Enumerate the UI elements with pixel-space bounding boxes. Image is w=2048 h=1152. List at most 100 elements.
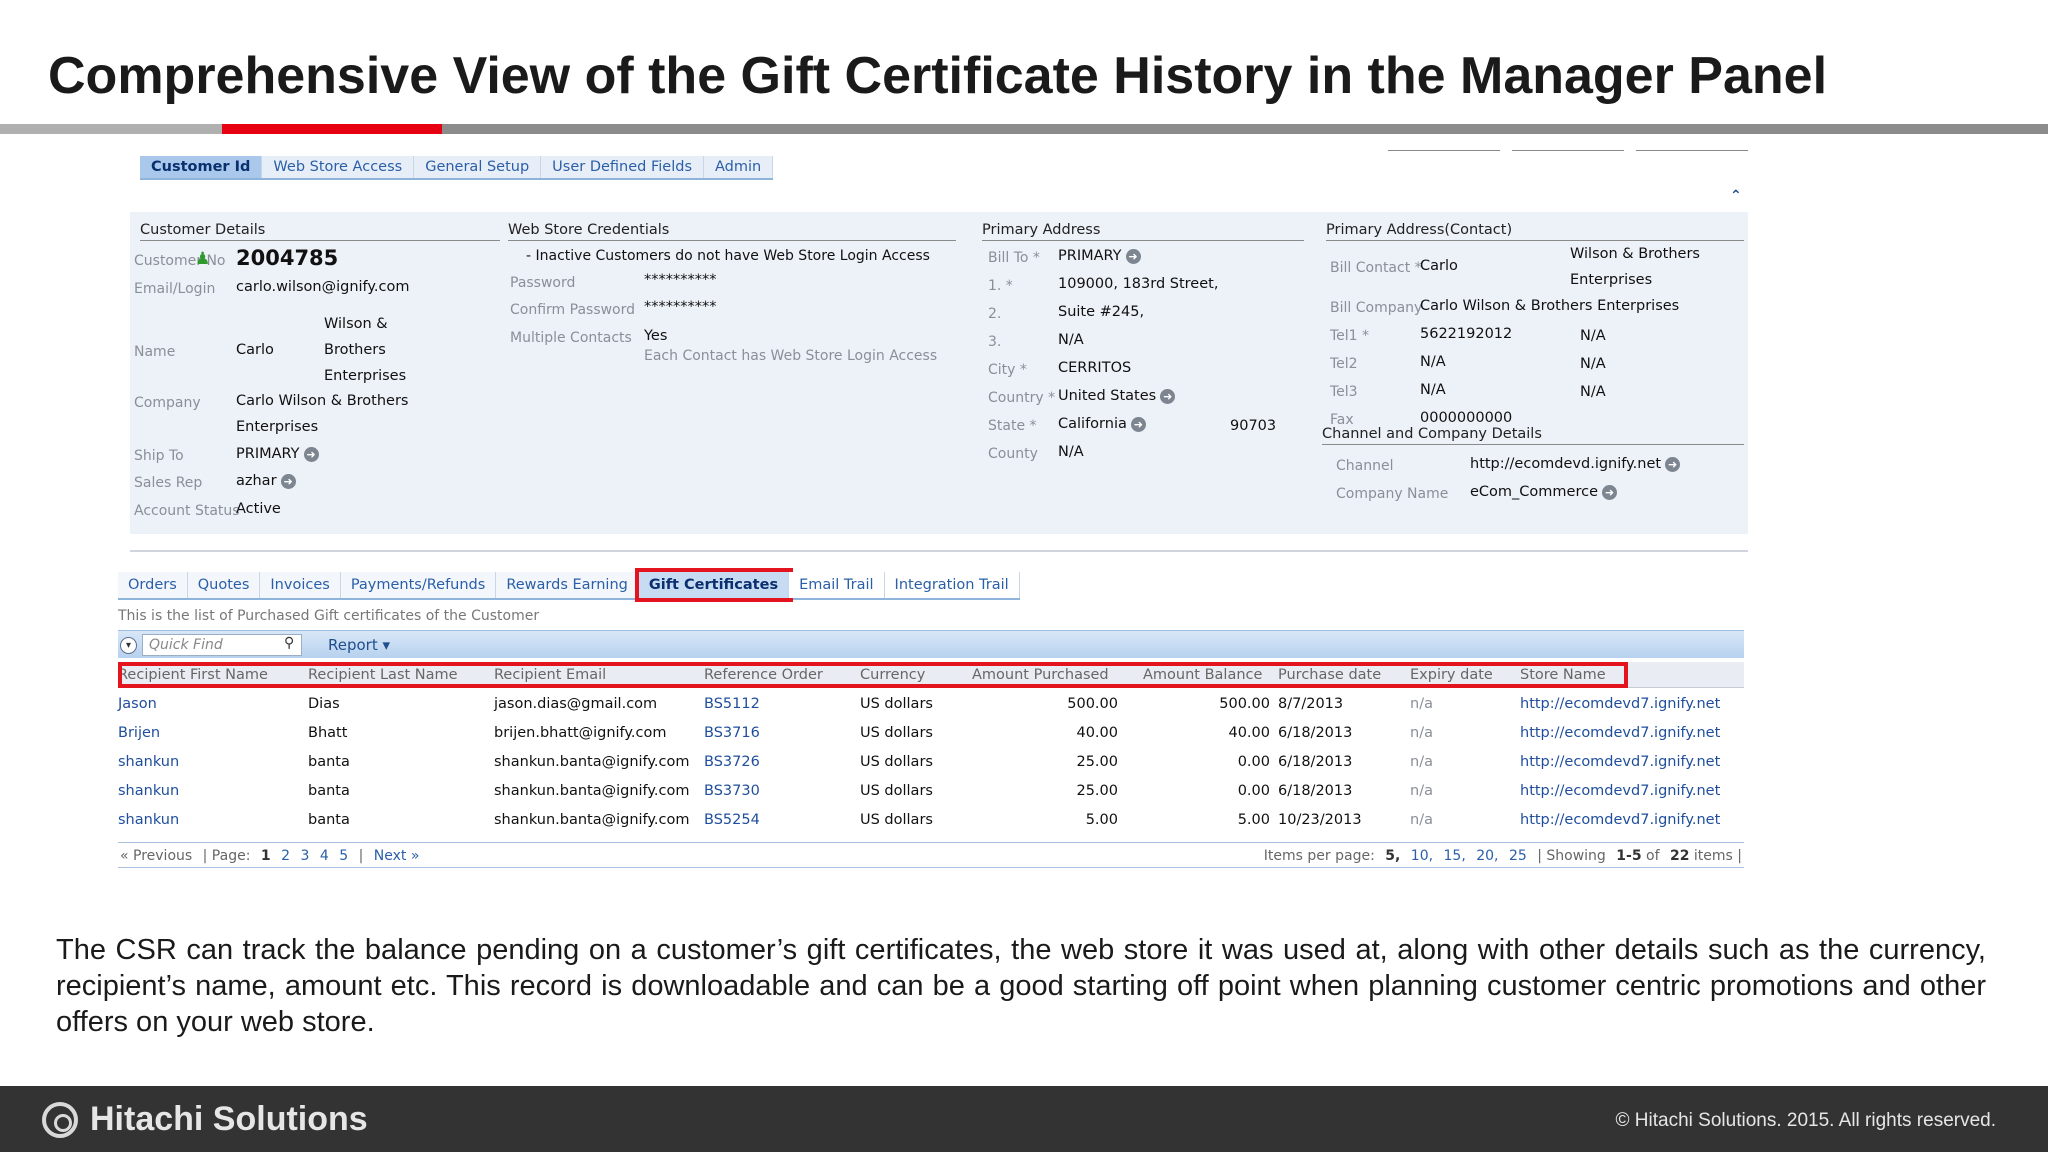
cell-purchase-date: 6/18/2013 xyxy=(1278,725,1353,741)
tab-customer-id[interactable]: Customer Id xyxy=(140,156,263,178)
tab-orders[interactable]: Orders xyxy=(118,572,188,598)
go-arrow-icon[interactable]: ➜ xyxy=(1130,416,1146,432)
cell-last-name: banta xyxy=(308,783,350,799)
cell-email: shankun.banta@ignify.com xyxy=(494,812,690,828)
page-label: | Page: xyxy=(202,848,251,864)
table-row: shankun banta shankun.banta@ignify.com BS37… xyxy=(118,777,1744,805)
cell-first-name[interactable]: Jason xyxy=(118,696,157,712)
tab-rewards-earning[interactable]: Rewards Earning xyxy=(496,572,639,598)
go-arrow-icon[interactable]: ➜ xyxy=(1602,484,1617,500)
tab-quotes[interactable]: Quotes xyxy=(187,572,261,598)
cell-amount-balance: 0.00 xyxy=(1237,754,1270,770)
sales-rep-text: azhar xyxy=(236,473,277,489)
items-per-page-label: Items per page: xyxy=(1263,848,1375,864)
page-link[interactable]: 4 xyxy=(320,848,329,864)
tab-payments-refunds[interactable]: Payments/Refunds xyxy=(340,572,497,598)
tab-general-setup[interactable]: General Setup xyxy=(414,156,542,178)
cell-reference-order[interactable]: BS3730 xyxy=(704,783,760,799)
report-dropdown[interactable]: Report ▾ xyxy=(328,636,390,654)
cell-first-name[interactable]: shankun xyxy=(118,812,179,828)
address-line1-label: 1. * xyxy=(988,278,1013,294)
cell-currency: US dollars xyxy=(860,754,933,770)
search-icon[interactable]: ⚲ xyxy=(284,635,294,651)
cell-store-name[interactable]: http://ecomdevd7.ignify.net xyxy=(1520,812,1720,828)
cell-amount-balance: 500.00 xyxy=(1219,696,1270,712)
cell-store-name[interactable]: http://ecomdevd7.ignify.net xyxy=(1520,754,1720,770)
cell-store-name[interactable]: http://ecomdevd7.ignify.net xyxy=(1520,725,1720,741)
tel2-ext: N/A xyxy=(1580,356,1606,372)
tab-gift-certificates[interactable]: Gift Certificates xyxy=(634,568,794,602)
collapse-up-icon[interactable]: ⌃ xyxy=(1730,188,1742,204)
company-name-text: eCom_Commerce xyxy=(1470,484,1598,500)
bill-company-label: Bill Company xyxy=(1330,300,1423,316)
cell-reference-order[interactable]: BS3726 xyxy=(704,754,760,770)
country-text: United States xyxy=(1058,388,1157,404)
title-rule-accent xyxy=(222,124,442,134)
multiple-contacts-note: Each Contact has Web Store Login Access xyxy=(644,348,938,364)
channel-value: http://ecomdevd.ignify.net ➜ xyxy=(1470,456,1681,472)
page-size-option[interactable]: 5, xyxy=(1385,848,1400,864)
cell-purchase-date: 10/23/2013 xyxy=(1278,812,1362,828)
cell-expiry-date: n/a xyxy=(1410,725,1433,741)
page-link[interactable]: 2 xyxy=(281,848,290,864)
quick-find-input[interactable]: Quick Find xyxy=(142,634,302,656)
tab-user-defined-fields[interactable]: User Defined Fields xyxy=(541,156,704,178)
email-label: Email/Login xyxy=(134,281,216,297)
previous-link[interactable]: « Previous xyxy=(120,848,192,864)
cell-amount-balance: 40.00 xyxy=(1228,725,1270,741)
cell-amount-purchased: 40.00 xyxy=(1076,725,1118,741)
go-arrow-icon[interactable]: ➜ xyxy=(1125,248,1141,264)
tel1-value: 5622192012 xyxy=(1420,326,1513,342)
cell-store-name[interactable]: http://ecomdevd7.ignify.net xyxy=(1520,696,1720,712)
page-link[interactable]: 3 xyxy=(300,848,309,864)
cell-reference-order[interactable]: BS5112 xyxy=(704,696,760,712)
slide-title: Comprehensive View of the Gift Certifica… xyxy=(48,47,1828,105)
channel-company-heading: Channel and Company Details xyxy=(1322,426,1744,445)
cell-reference-order[interactable]: BS5254 xyxy=(704,812,760,828)
bill-contact-label: Bill Contact * xyxy=(1330,260,1422,276)
bill-contact-last-line: Wilson & Brothers xyxy=(1570,246,1700,262)
manager-panel-screenshot: Customer Id Web Store Access General Set… xyxy=(118,142,1750,872)
go-arrow-icon[interactable]: ➜ xyxy=(1160,388,1176,404)
cell-store-name[interactable]: http://ecomdevd7.ignify.net xyxy=(1520,783,1720,799)
go-arrow-icon[interactable]: ➜ xyxy=(280,473,296,489)
cell-last-name: banta xyxy=(308,754,350,770)
next-link[interactable]: Next » xyxy=(374,848,420,864)
go-arrow-icon[interactable]: ➜ xyxy=(303,446,319,462)
page-size-option[interactable]: 15, xyxy=(1444,848,1466,864)
tab-integration-trail[interactable]: Integration Trail xyxy=(884,572,1020,598)
tab-web-store-access[interactable]: Web Store Access xyxy=(262,156,415,178)
page-size-option[interactable]: 25 xyxy=(1509,848,1527,864)
tel2-value: N/A xyxy=(1420,354,1446,370)
customer-no-label: Customer No xyxy=(134,253,226,269)
cell-expiry-date: n/a xyxy=(1410,783,1433,799)
cell-first-name[interactable]: shankun xyxy=(118,783,179,799)
total-count: 22 xyxy=(1669,848,1690,864)
page-link[interactable]: 5 xyxy=(339,848,348,864)
table-row: Jason Dias jason.dias@gmail.com BS5112 US do… xyxy=(118,690,1744,718)
panel-divider xyxy=(130,550,1748,552)
cell-first-name[interactable]: Brijen xyxy=(118,725,160,741)
page-size-option[interactable]: 10, xyxy=(1411,848,1433,864)
ship-to-value: PRIMARY ➜ xyxy=(236,446,319,462)
pager: « Previous | Page: 1 2 3 4 5 | Next » It… xyxy=(118,842,1744,868)
tel1-ext: N/A xyxy=(1580,328,1606,344)
tab-invoices[interactable]: Invoices xyxy=(260,572,341,598)
expand-toggle-icon[interactable]: ▾ xyxy=(120,637,137,654)
cell-currency: US dollars xyxy=(860,725,933,741)
cell-currency: US dollars xyxy=(860,696,933,712)
page-size-option[interactable]: 20, xyxy=(1476,848,1498,864)
bill-contact-last-line: Enterprises xyxy=(1570,272,1653,288)
cell-reference-order[interactable]: BS3716 xyxy=(704,725,760,741)
go-arrow-icon[interactable]: ➜ xyxy=(1665,456,1681,472)
fax-value: 0000000000 xyxy=(1420,410,1513,426)
footer-bar: Hitachi Solutions © Hitachi Solutions. 2… xyxy=(0,1086,2048,1152)
city-label: City * xyxy=(988,362,1027,378)
cell-first-name[interactable]: shankun xyxy=(118,754,179,770)
tab-email-trail[interactable]: Email Trail xyxy=(789,572,885,598)
page-link[interactable]: 1 xyxy=(261,848,271,864)
tab-admin[interactable]: Admin xyxy=(704,156,774,178)
cell-email: shankun.banta@ignify.com xyxy=(494,783,690,799)
hitachi-logo-icon xyxy=(42,1101,78,1138)
state-text: California xyxy=(1058,416,1127,432)
